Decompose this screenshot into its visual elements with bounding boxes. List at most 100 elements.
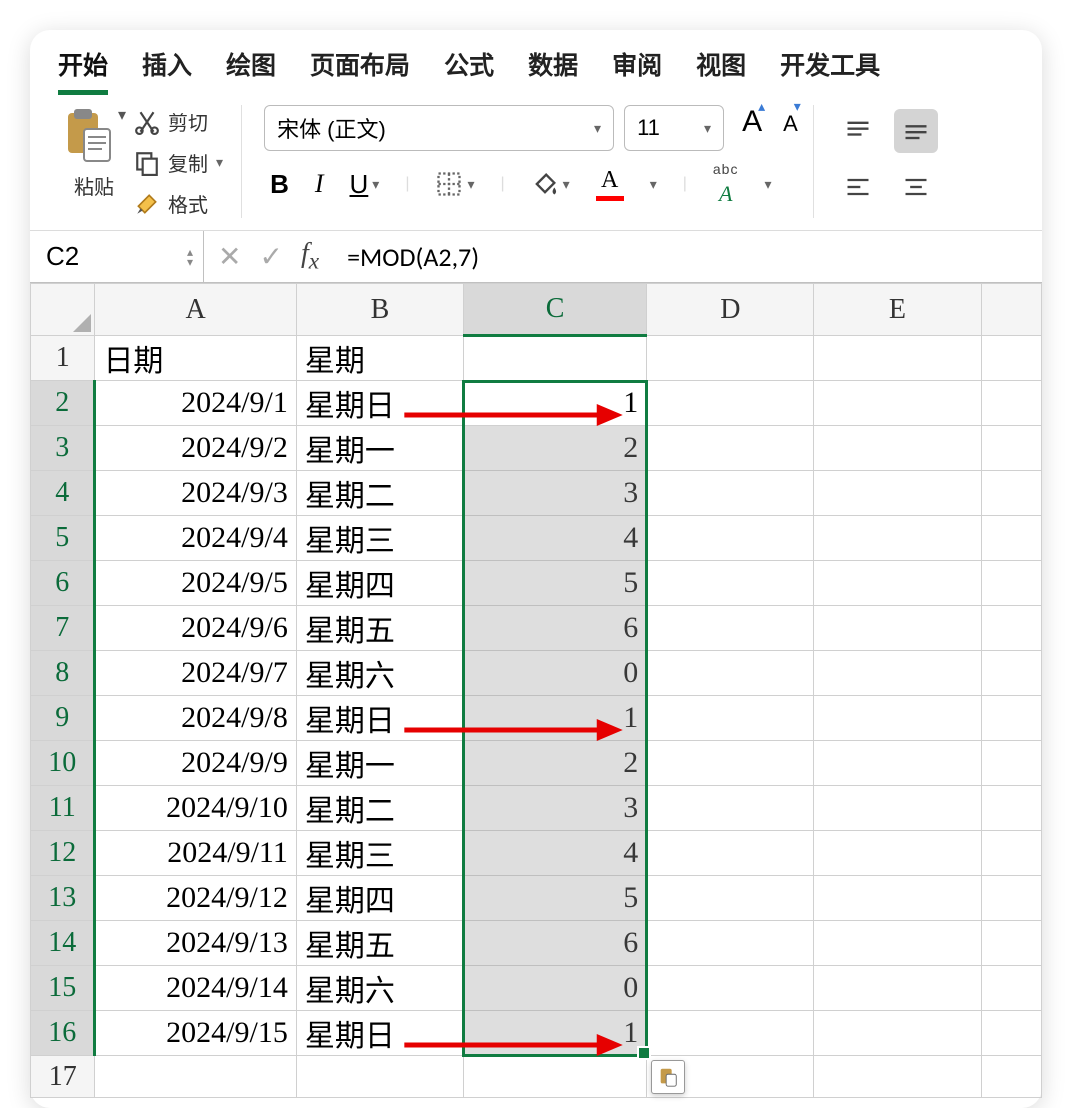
grow-font-button[interactable]: A▴ [742, 105, 769, 139]
font-name-select[interactable]: 宋体 (正文) ▾ [264, 105, 614, 151]
cell-A6[interactable]: 2024/9/5 [95, 561, 296, 606]
row-header-5[interactable]: 5 [31, 516, 95, 561]
paste-icon[interactable] [62, 105, 114, 165]
cell-B13[interactable]: 星期四 [296, 876, 463, 921]
cell-A5[interactable]: 2024/9/4 [95, 516, 296, 561]
ribbon-tab-1[interactable]: 插入 [142, 42, 192, 95]
name-box-spinner[interactable]: ▴▾ [187, 247, 193, 267]
cell-C6[interactable]: 5 [463, 561, 646, 606]
cell-A2[interactable]: 2024/9/1 [95, 381, 296, 426]
row-header-6[interactable]: 6 [31, 561, 95, 606]
cell-D5[interactable] [647, 516, 814, 561]
spreadsheet-grid[interactable]: ABCDE 1日期星期22024/9/1星期日132024/9/2星期一2420… [30, 283, 1042, 1108]
cell-E16[interactable] [814, 1011, 981, 1056]
cell-D7[interactable] [647, 606, 814, 651]
cell-B17[interactable] [296, 1056, 463, 1098]
cell-B5[interactable]: 星期三 [296, 516, 463, 561]
borders-button[interactable]: ▾ [435, 170, 474, 198]
shrink-font-button[interactable]: A▾ [783, 111, 805, 137]
cell-E17[interactable] [814, 1056, 981, 1098]
font-size-select[interactable]: 11 ▾ [624, 105, 724, 151]
ribbon-tab-4[interactable]: 公式 [444, 42, 494, 95]
cell-A7[interactable]: 2024/9/6 [95, 606, 296, 651]
row-header-4[interactable]: 4 [31, 471, 95, 516]
row-header-1[interactable]: 1 [31, 336, 95, 381]
cell-B3[interactable]: 星期一 [296, 426, 463, 471]
cell-A3[interactable]: 2024/9/2 [95, 426, 296, 471]
cell-E5[interactable] [814, 516, 981, 561]
cell-A15[interactable]: 2024/9/14 [95, 966, 296, 1011]
fill-color-button[interactable]: ▾ [531, 170, 570, 198]
cell-E10[interactable] [814, 741, 981, 786]
cell-C13[interactable]: 5 [463, 876, 646, 921]
align-middle-button[interactable] [894, 109, 938, 153]
copy-button[interactable]: 复制 ▾ [134, 148, 223, 177]
ribbon-tab-7[interactable]: 视图 [696, 42, 746, 95]
name-box[interactable]: C2 ▴▾ [30, 231, 204, 282]
cell-C16[interactable]: 1 [463, 1011, 646, 1056]
cell-E11[interactable] [814, 786, 981, 831]
cell-D2[interactable] [647, 381, 814, 426]
cell-B10[interactable]: 星期一 [296, 741, 463, 786]
align-top-button[interactable] [836, 109, 880, 153]
align-left-button[interactable] [836, 165, 880, 209]
cell-C2[interactable]: 1 [463, 381, 646, 426]
cell-E8[interactable] [814, 651, 981, 696]
cell-B8[interactable]: 星期六 [296, 651, 463, 696]
row-header-13[interactable]: 13 [31, 876, 95, 921]
column-header-E[interactable]: E [814, 284, 981, 336]
cell-B12[interactable]: 星期三 [296, 831, 463, 876]
cell-E6[interactable] [814, 561, 981, 606]
row-header-12[interactable]: 12 [31, 831, 95, 876]
cell-D8[interactable] [647, 651, 814, 696]
cell-E12[interactable] [814, 831, 981, 876]
cell-D11[interactable] [647, 786, 814, 831]
cell-B14[interactable]: 星期五 [296, 921, 463, 966]
column-header-A[interactable]: A [95, 284, 296, 336]
cell-A12[interactable]: 2024/9/11 [95, 831, 296, 876]
cell-D9[interactable] [647, 696, 814, 741]
cell-C10[interactable]: 2 [463, 741, 646, 786]
cell-D14[interactable] [647, 921, 814, 966]
column-header-D[interactable]: D [647, 284, 814, 336]
ribbon-tab-3[interactable]: 页面布局 [310, 42, 410, 95]
cell-D6[interactable] [647, 561, 814, 606]
cell-B16[interactable]: 星期日 [296, 1011, 463, 1056]
cell-B15[interactable]: 星期六 [296, 966, 463, 1011]
cell-A4[interactable]: 2024/9/3 [95, 471, 296, 516]
cell-A10[interactable]: 2024/9/9 [95, 741, 296, 786]
cell-D16[interactable] [647, 1011, 814, 1056]
row-header-8[interactable]: 8 [31, 651, 95, 696]
cell-B6[interactable]: 星期四 [296, 561, 463, 606]
cell-A11[interactable]: 2024/9/10 [95, 786, 296, 831]
cell-C1[interactable] [463, 336, 646, 381]
cell-C7[interactable]: 6 [463, 606, 646, 651]
column-header-C[interactable]: C [463, 284, 646, 336]
select-all-corner[interactable] [31, 284, 95, 336]
row-header-11[interactable]: 11 [31, 786, 95, 831]
cancel-formula-button[interactable]: ✕ [218, 240, 241, 273]
row-header-7[interactable]: 7 [31, 606, 95, 651]
cell-E13[interactable] [814, 876, 981, 921]
font-color-button[interactable]: A [596, 167, 624, 201]
paste-dropdown-icon[interactable]: ▾ [118, 105, 126, 125]
cell-D12[interactable] [647, 831, 814, 876]
accept-formula-button[interactable]: ✓ [259, 240, 282, 273]
cell-B1[interactable]: 星期 [296, 336, 463, 381]
cell-B4[interactable]: 星期二 [296, 471, 463, 516]
row-header-14[interactable]: 14 [31, 921, 95, 966]
cell-D4[interactable] [647, 471, 814, 516]
cell-C4[interactable]: 3 [463, 471, 646, 516]
cell-B9[interactable]: 星期日 [296, 696, 463, 741]
ribbon-tab-2[interactable]: 绘图 [226, 42, 276, 95]
cell-A13[interactable]: 2024/9/12 [95, 876, 296, 921]
cell-E4[interactable] [814, 471, 981, 516]
cell-C5[interactable]: 4 [463, 516, 646, 561]
cell-E1[interactable] [814, 336, 981, 381]
cell-B11[interactable]: 星期二 [296, 786, 463, 831]
ribbon-tab-8[interactable]: 开发工具 [780, 42, 880, 95]
phonetic-dropdown[interactable]: ▾ [764, 176, 771, 193]
row-header-16[interactable]: 16 [31, 1011, 95, 1056]
cell-A14[interactable]: 2024/9/13 [95, 921, 296, 966]
cell-E7[interactable] [814, 606, 981, 651]
